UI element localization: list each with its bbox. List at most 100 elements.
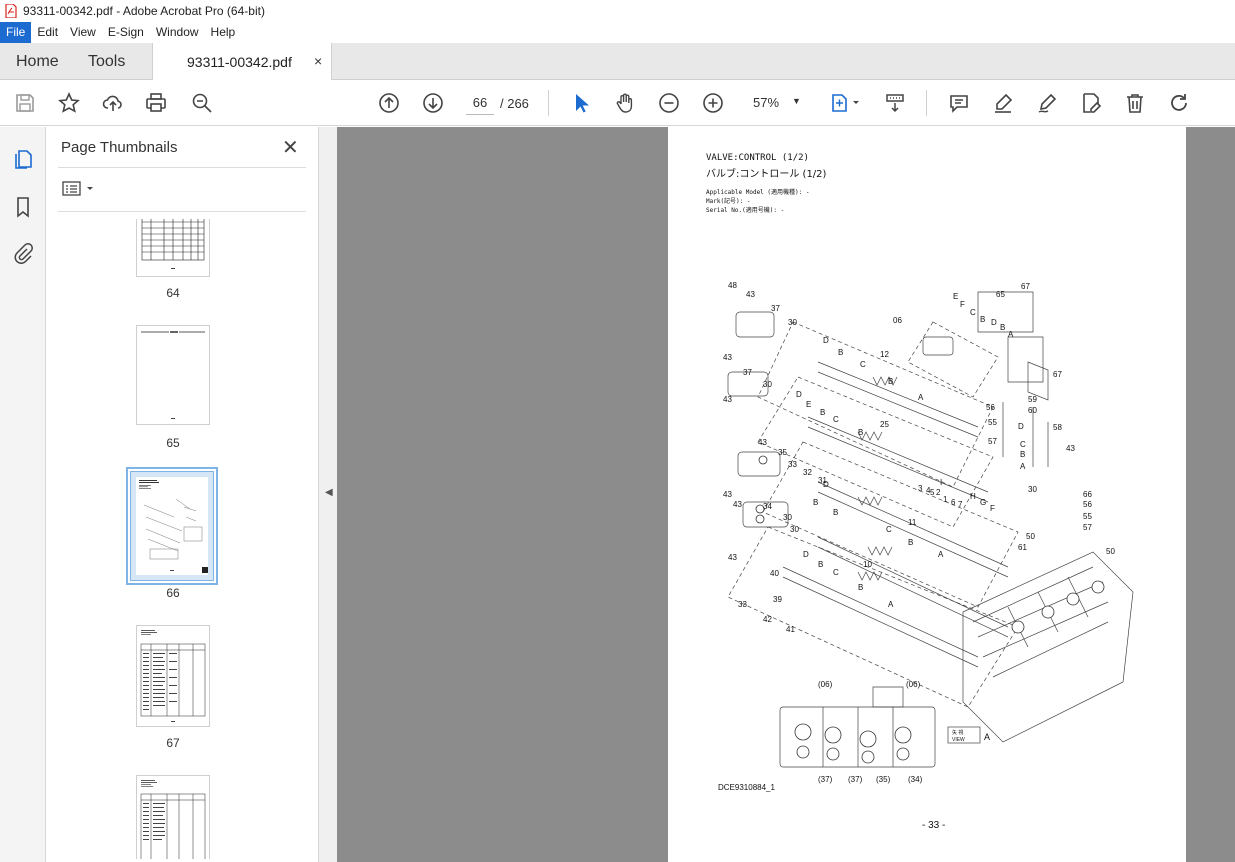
callout: 30 [763, 380, 772, 389]
callout: 50 [1106, 547, 1115, 556]
callout: A [918, 393, 924, 402]
callout: 59 [1028, 395, 1037, 404]
callout: 56 [1083, 500, 1092, 509]
menu-window[interactable]: Window [150, 22, 205, 43]
save-icon[interactable] [12, 90, 38, 116]
cloud-upload-icon[interactable] [100, 90, 126, 116]
delete-trash-icon[interactable] [1122, 90, 1148, 116]
callout: A [1008, 330, 1014, 339]
draw-pen-icon[interactable] [1034, 90, 1060, 116]
callout: A [938, 550, 944, 559]
thumbnail-page-64[interactable] [136, 219, 210, 277]
document-tab-label: 93311-00342.pdf [187, 54, 292, 70]
collapse-panel-icon[interactable]: ◀ [325, 487, 333, 498]
close-icon[interactable]: × [314, 53, 322, 69]
callout: 06 [893, 316, 902, 325]
next-page-icon[interactable] [420, 90, 446, 116]
callout: 67 [1021, 282, 1030, 291]
zoom-dropdown[interactable]: 57% ▼ [746, 92, 806, 114]
callout: C [833, 415, 839, 424]
tab-tools[interactable]: Tools [88, 43, 125, 80]
fit-page-icon[interactable] [826, 90, 852, 116]
callout: D [1018, 422, 1024, 431]
callout: 33 [738, 600, 747, 609]
rotate-icon[interactable] [1166, 90, 1192, 116]
callout: (37) [848, 775, 863, 784]
callout: 25 [880, 420, 889, 429]
callout: D [823, 336, 829, 345]
callout: 11 [908, 518, 917, 527]
thumbnail-page-68[interactable] [136, 775, 210, 859]
tab-home[interactable]: Home [16, 43, 59, 80]
toolbar-divider [548, 90, 549, 116]
view-label-jp: 矢 視 [952, 729, 963, 736]
callout: 34 [763, 502, 772, 511]
thumbnail-label: 67 [166, 736, 180, 750]
thumbnail-label: 66 [166, 586, 180, 600]
callout: 43 [1066, 444, 1075, 453]
callout: 50 [1026, 532, 1035, 541]
menu-help[interactable]: Help [205, 22, 242, 43]
page-thumbnails-icon[interactable] [11, 147, 35, 171]
page-heading: VALVE:CONTROL (1/2) [706, 153, 809, 163]
edit-pdf-icon[interactable] [1078, 90, 1104, 116]
attachments-paperclip-icon[interactable] [11, 241, 35, 265]
page-number-input[interactable] [466, 91, 494, 115]
tab-bar: Home Tools 93311-00342.pdf × [0, 43, 1235, 81]
callout: 30 [1028, 485, 1037, 494]
callout: 57 [988, 437, 997, 446]
callout: 65 [996, 290, 1005, 299]
callout: 6 [951, 498, 956, 507]
select-cursor-icon[interactable] [568, 90, 594, 116]
bookmarks-icon[interactable] [11, 195, 35, 219]
callout: 7 [958, 500, 963, 509]
zoom-out-icon[interactable] [656, 90, 682, 116]
callout: 1 [943, 495, 948, 504]
menu-esign[interactable]: E-Sign [102, 22, 150, 43]
callout: A [1020, 462, 1026, 471]
menu-edit[interactable]: Edit [31, 22, 64, 43]
zoom-in-icon[interactable] [700, 90, 726, 116]
zoom-search-icon[interactable] [189, 90, 215, 116]
print-icon[interactable] [143, 90, 169, 116]
thumbnail-page-65[interactable] [136, 325, 210, 425]
applicable-model: Applicable Model (適用機種): - [706, 189, 810, 196]
callout: B [858, 583, 863, 592]
menu-view[interactable]: View [64, 22, 102, 43]
callout: B [858, 428, 863, 437]
callout: 43 [723, 395, 732, 404]
page-thumbnails-panel: Page Thumbnails ✕ 64 65 66 67 [46, 127, 355, 862]
thumbnail-list: 64 65 66 67 [58, 219, 298, 859]
callout: G [980, 498, 986, 507]
left-navigation-rail [0, 127, 46, 862]
thumbnail-page-67[interactable] [136, 625, 210, 727]
panel-splitter[interactable]: ◀ [318, 127, 337, 862]
document-view[interactable]: VALVE:CONTROL (1/2) バルブ:コントロール (1/2) App… [337, 127, 1235, 862]
callout: 30 [790, 525, 799, 534]
callout: F [960, 300, 965, 309]
callout: B [1020, 450, 1025, 459]
callout: B [1000, 323, 1005, 332]
scrolling-mode-icon[interactable] [882, 90, 908, 116]
previous-page-icon[interactable] [376, 90, 402, 116]
chevron-down-icon[interactable] [850, 90, 862, 116]
callout: D [803, 550, 809, 559]
menu-file[interactable]: File [0, 22, 32, 43]
callout: 39 [773, 595, 782, 604]
view-letter: A [984, 732, 990, 742]
thumbnail-options-button[interactable] [62, 179, 98, 199]
callout: 55 [1083, 512, 1092, 521]
callout: (06) [818, 680, 833, 689]
close-panel-icon[interactable]: ✕ [282, 135, 299, 160]
hand-tool-icon[interactable] [612, 90, 638, 116]
callout: 42 [763, 615, 772, 624]
callout: H [970, 492, 976, 501]
highlight-pen-icon[interactable] [990, 90, 1016, 116]
callout: 43 [723, 490, 732, 499]
comment-icon[interactable] [946, 90, 972, 116]
pdf-app-icon [5, 3, 17, 19]
callout: 12 [880, 350, 889, 359]
bookmark-star-icon[interactable] [56, 90, 82, 116]
thumbnail-page-66[interactable] [126, 467, 218, 585]
tab-document[interactable]: 93311-00342.pdf × [152, 43, 332, 81]
